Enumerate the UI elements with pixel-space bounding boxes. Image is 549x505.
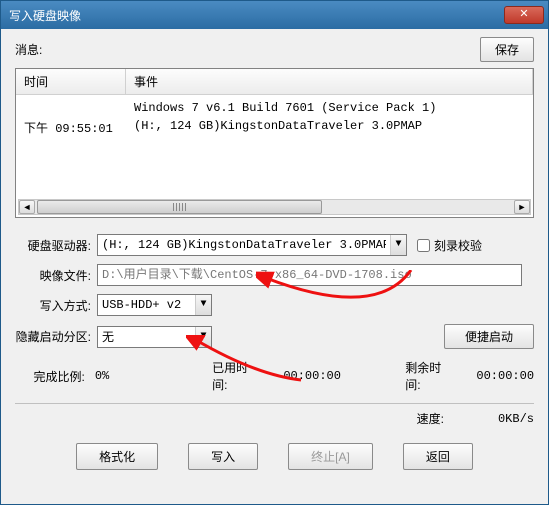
scroll-track[interactable] [37,200,512,214]
abort-button[interactable]: 终止[A] [288,443,373,470]
image-file-field[interactable]: D:\用户目录\下载\CentOS-7-x86_64-DVD-1708.iso [97,264,522,286]
log-cell-event: Windows 7 v6.1 Build 7601 (Service Pack … [126,99,533,117]
verify-checkbox-input[interactable] [417,239,430,252]
log-row: 下午 09:55:01 (H:, 124 GB)KingstonDataTrav… [16,117,533,138]
drive-label: 硬盘驱动器: [15,237,97,254]
scroll-thumb[interactable] [37,200,322,214]
log-cell-time: 下午 09:55:01 [16,117,126,138]
progress-label: 完成比例: [15,368,91,385]
drive-dropdown[interactable]: (H:, 124 GB)KingstonDataTraveler 3.0PMAP… [97,234,407,256]
scroll-left-button[interactable]: ◄ [19,200,35,214]
elapsed-label: 已用时间: [212,359,259,393]
image-file-label: 映像文件: [15,267,97,284]
chevron-down-icon: ▼ [195,327,211,347]
scroll-grip-icon [173,203,187,211]
message-label: 消息: [15,41,42,58]
close-button[interactable]: ✕ [504,6,544,24]
remaining-label: 剩余时间: [405,359,452,393]
dialog-window: 写入硬盘映像 ✕ 消息: 保存 时间 事件 Windows 7 v6.1 Bui… [0,0,549,505]
hidden-partition-label: 隐藏启动分区: [15,328,97,345]
format-button[interactable]: 格式化 [76,443,158,470]
log-row: Windows 7 v6.1 Build 7601 (Service Pack … [16,99,533,117]
write-mode-dropdown[interactable]: USB-HDD+ v2 ▼ [97,294,212,316]
content-area: 消息: 保存 时间 事件 Windows 7 v6.1 Build 7601 (… [1,29,548,488]
chevron-down-icon: ▼ [195,295,211,315]
speed-value: 0KB/s [474,412,534,426]
form-area: 硬盘驱动器: (H:, 124 GB)KingstonDataTraveler … [15,234,534,480]
scroll-right-button[interactable]: ► [514,200,530,214]
remaining-value: 00:00:00 [476,369,534,383]
progress-value: 0% [95,369,182,383]
stats-row: 完成比例: 0% 已用时间: 00:00:00 剩余时间: 00:00:00 [15,359,534,393]
verify-checkbox-label: 刻录校验 [434,237,482,254]
log-header-event[interactable]: 事件 [126,69,533,94]
chevron-down-icon: ▼ [390,235,406,255]
divider [15,403,534,404]
convenient-boot-button[interactable]: 便捷启动 [444,324,534,349]
elapsed-value: 00:00:00 [283,369,375,383]
log-panel: 时间 事件 Windows 7 v6.1 Build 7601 (Service… [15,68,534,218]
log-body: Windows 7 v6.1 Build 7601 (Service Pack … [16,95,533,142]
bottom-button-row: 格式化 写入 终止[A] 返回 [15,439,534,480]
speed-row: 速度: 0KB/s [15,410,534,427]
speed-label: 速度: [417,410,444,427]
save-button[interactable]: 保存 [480,37,534,62]
log-header-time[interactable]: 时间 [16,69,126,94]
log-cell-time [16,99,126,117]
titlebar: 写入硬盘映像 ✕ [1,1,548,29]
log-cell-event: (H:, 124 GB)KingstonDataTraveler 3.0PMAP [126,117,533,138]
return-button[interactable]: 返回 [403,443,473,470]
window-title: 写入硬盘映像 [5,7,81,24]
write-button[interactable]: 写入 [188,443,258,470]
hidden-partition-value: 无 [102,328,191,345]
write-mode-value: USB-HDD+ v2 [102,298,191,312]
write-mode-label: 写入方式: [15,297,97,314]
horizontal-scrollbar[interactable]: ◄ ► [18,199,531,215]
drive-dropdown-value: (H:, 124 GB)KingstonDataTraveler 3.0PMAP [102,238,386,252]
hidden-partition-dropdown[interactable]: 无 ▼ [97,326,212,348]
verify-checkbox[interactable]: 刻录校验 [417,237,482,254]
log-header: 时间 事件 [16,69,533,95]
